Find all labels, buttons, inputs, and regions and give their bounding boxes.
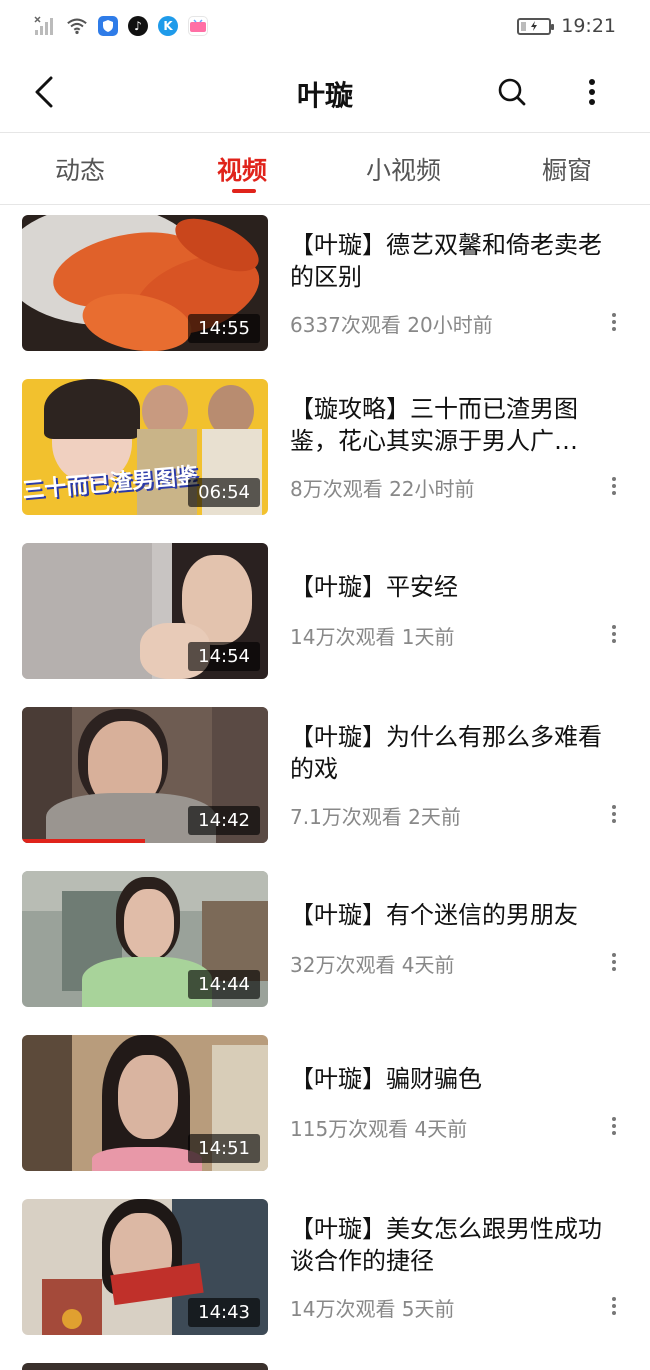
video-item[interactable]: 14:42 【叶璇】为什么有那么多难看的戏 7.1万次观看 2天前 bbox=[0, 697, 650, 861]
video-thumbnail[interactable]: 14:42 bbox=[22, 707, 268, 843]
video-item[interactable]: 14:54 【叶璇】平安经 14万次观看 1天前 bbox=[0, 533, 650, 697]
battery-icon bbox=[517, 17, 555, 35]
more-vertical-icon bbox=[612, 805, 616, 823]
video-thumbnail[interactable]: 三十而已渣男图鉴 06:54 bbox=[22, 379, 268, 515]
tab-dynamics[interactable]: 动态 bbox=[55, 151, 105, 187]
video-meta: 32万次观看 4天前 bbox=[290, 953, 455, 977]
video-more-button[interactable] bbox=[602, 799, 626, 829]
shield-app-icon bbox=[98, 16, 118, 36]
video-duration: 14:54 bbox=[188, 642, 260, 671]
video-meta: 7.1万次观看 2天前 bbox=[290, 805, 461, 829]
video-meta: 6337次观看 20小时前 bbox=[290, 313, 493, 337]
video-more-button[interactable] bbox=[602, 307, 626, 337]
video-duration: 14:55 bbox=[188, 314, 260, 343]
video-thumbnail[interactable]: 14:44 bbox=[22, 871, 268, 1007]
video-duration: 14:43 bbox=[188, 1298, 260, 1327]
video-more-button[interactable] bbox=[602, 947, 626, 977]
video-thumbnail[interactable]: 14:43 bbox=[22, 1199, 268, 1335]
tiktok-app-icon: ♪ bbox=[128, 16, 148, 36]
video-item[interactable]: 三十而已渣男图鉴 06:54 【璇攻略】三十而已渣男图鉴，花心其实源于男人广… … bbox=[0, 369, 650, 533]
video-more-button[interactable] bbox=[602, 471, 626, 501]
video-thumbnail[interactable]: 14:55 bbox=[22, 215, 268, 351]
status-bar: ♪ K 19:21 bbox=[0, 0, 650, 52]
active-tab-indicator bbox=[232, 189, 256, 193]
more-vertical-icon bbox=[612, 953, 616, 971]
more-vertical-icon bbox=[612, 625, 616, 643]
status-time: 19:21 bbox=[561, 15, 616, 37]
video-meta: 115万次观看 4天前 bbox=[290, 1117, 468, 1141]
video-title[interactable]: 【叶璇】为什么有那么多难看的戏 bbox=[290, 721, 620, 785]
signal-icon bbox=[34, 15, 56, 37]
video-title[interactable]: 【叶璇】美女怎么跟男性成功谈合作的捷径 bbox=[290, 1213, 620, 1277]
more-vertical-icon bbox=[612, 1297, 616, 1315]
video-duration: 14:42 bbox=[188, 806, 260, 835]
tab-bar: 动态 视频 小视频 橱窗 bbox=[0, 133, 650, 205]
more-vertical-icon bbox=[589, 79, 595, 105]
video-more-button[interactable] bbox=[602, 619, 626, 649]
video-title[interactable]: 【叶璇】德艺双馨和倚老卖老的区别 bbox=[290, 229, 620, 293]
more-vertical-icon bbox=[612, 313, 616, 331]
video-thumbnail[interactable]: 14:54 bbox=[22, 543, 268, 679]
video-item[interactable]: 14:44 【叶璇】有个迷信的男朋友 32万次观看 4天前 bbox=[0, 861, 650, 1025]
status-icons: ♪ K bbox=[34, 15, 208, 37]
page-title: 叶璇 bbox=[296, 79, 353, 112]
video-more-button[interactable] bbox=[602, 1111, 626, 1141]
video-thumbnail[interactable] bbox=[22, 1363, 268, 1370]
watch-progress-bar bbox=[22, 839, 145, 843]
video-title[interactable]: 【叶璇】有个迷信的男朋友 bbox=[290, 899, 620, 931]
video-item[interactable]: 14:55 【叶璇】德艺双馨和倚老卖老的区别 6337次观看 20小时前 bbox=[0, 205, 650, 369]
video-duration: 14:44 bbox=[188, 970, 260, 999]
video-title[interactable]: 【叶璇】骗财骗色 bbox=[290, 1063, 620, 1095]
tab-showcase[interactable]: 橱窗 bbox=[542, 151, 592, 187]
wifi-icon bbox=[66, 15, 88, 37]
bilibili-app-icon bbox=[188, 16, 208, 36]
video-item[interactable] bbox=[0, 1353, 650, 1370]
more-vertical-icon bbox=[612, 477, 616, 495]
video-meta: 14万次观看 5天前 bbox=[290, 1297, 455, 1321]
video-thumbnail[interactable]: 14:51 bbox=[22, 1035, 268, 1171]
video-item[interactable]: 14:51 【叶璇】骗财骗色 115万次观看 4天前 bbox=[0, 1025, 650, 1189]
more-vertical-icon bbox=[612, 1117, 616, 1135]
video-title[interactable]: 【叶璇】平安经 bbox=[290, 571, 620, 603]
top-app-bar: 叶璇 bbox=[0, 52, 650, 132]
video-duration: 06:54 bbox=[188, 478, 260, 507]
back-button[interactable] bbox=[24, 72, 64, 112]
more-options-button[interactable] bbox=[572, 72, 612, 112]
back-arrow-icon bbox=[35, 76, 53, 108]
search-button[interactable] bbox=[492, 72, 532, 112]
tab-short-videos[interactable]: 小视频 bbox=[366, 151, 441, 187]
video-duration: 14:51 bbox=[188, 1134, 260, 1163]
video-item[interactable]: 14:43 【叶璇】美女怎么跟男性成功谈合作的捷径 14万次观看 5天前 bbox=[0, 1189, 650, 1353]
video-title[interactable]: 【璇攻略】三十而已渣男图鉴，花心其实源于男人广… bbox=[290, 393, 620, 457]
video-meta: 8万次观看 22小时前 bbox=[290, 477, 475, 501]
search-icon bbox=[498, 78, 526, 106]
video-more-button[interactable] bbox=[602, 1291, 626, 1321]
k-app-icon: K bbox=[158, 16, 178, 36]
video-meta: 14万次观看 1天前 bbox=[290, 625, 455, 649]
tab-videos[interactable]: 视频 bbox=[217, 151, 267, 187]
